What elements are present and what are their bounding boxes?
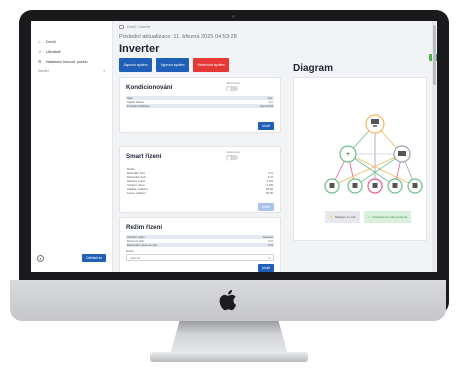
conditioning-rows: Stav Vyp. Napětí článku 0 V Poslední kalib… [126, 96, 274, 108]
smart-save-button[interactable]: Uložit [258, 203, 274, 211]
solar-node[interactable] [365, 114, 385, 134]
sidebar-footer: ● Odhlásit se [37, 254, 106, 262]
button-label: Nabíjení ze sítě [334, 215, 356, 219]
grid-charging-button[interactable]: ⚡ Nabíjení ze sítě [325, 211, 360, 223]
sidebar-item-home[interactable]: ⌂ Domů [31, 37, 112, 47]
load-node[interactable] [347, 178, 363, 194]
battery-node[interactable] [324, 178, 340, 194]
card-title: Režim řízení [126, 224, 163, 231]
conditioning-toggle-wrap: Aktivováno [226, 81, 240, 91]
bolt-icon: ⚡ [329, 215, 333, 219]
sidebar-item-label: Nastavení fotovolt. panelu [46, 60, 88, 64]
user-icon[interactable]: ● [37, 254, 44, 262]
reset-button[interactable]: Resetovat systém [193, 58, 229, 72]
conditioning-card: Kondicionování Aktivováno Stav Vyp. Napět… [119, 77, 281, 133]
button-label: Dodávka do sítě povolena [372, 215, 408, 219]
conditioning-toggle[interactable] [226, 86, 239, 91]
check-icon: ✓ [368, 215, 371, 219]
smart-control-card: Smart řízení Aktivováno Režim Minimální … [119, 146, 281, 213]
mode-save-button[interactable]: Uložit [258, 264, 274, 272]
chevron-down-icon: ▾ [103, 69, 105, 73]
mode-select-label: Režim [126, 249, 134, 253]
mode-select-value: Vyberte [130, 255, 141, 260]
table-row: Poslední kalibrace Neprobíhá [126, 104, 274, 108]
stage: ⌂ Domů ☺ Uživatelé ⚙ Nastavení fotovolt.… [0, 0, 456, 380]
home-icon: ⌂ [38, 39, 41, 44]
sidebar-subitem-label: Invertér [38, 69, 49, 73]
smart-toggle-wrap: Aktivováno [226, 150, 240, 160]
toggle-label: Aktivováno [226, 150, 240, 154]
mode-rows: Aktuální režim Self-use Rezervní SoC 0 % M… [126, 235, 274, 247]
diagram-card: + ⚡ Nabíjení ze sítě ✓ Dodávka do sítě p… [293, 77, 427, 241]
mode-control-card: Režim řízení Aktuální režim Self-use Reze… [119, 217, 281, 272]
card-title: Kondicionování [126, 84, 173, 91]
conditioning-save-button[interactable]: Uložit [258, 122, 274, 130]
table-row: Maximální výkon do sítě 0 W [126, 243, 274, 247]
grid-node[interactable] [393, 145, 411, 163]
chevron-down-icon: ▾ [268, 255, 270, 260]
sidebar: ⌂ Domů ☺ Uživatelé ⚙ Nastavení fotovolt.… [31, 21, 113, 272]
mode-select[interactable]: Vyberte ▾ [126, 254, 274, 261]
smart-toggle[interactable] [226, 155, 239, 160]
card-title: Smart řízení [126, 153, 162, 160]
sidebar-item-panel-settings[interactable]: ⚙ Nastavení fotovolt. panelu [31, 57, 112, 67]
page-scrollbar[interactable] [432, 21, 436, 272]
page-title: Inverter [119, 43, 160, 55]
house-node[interactable] [367, 178, 383, 194]
grid-export-button[interactable]: ✓ Dodávka do sítě povolena [364, 211, 412, 223]
home-icon[interactable] [119, 25, 124, 29]
camera-dot [232, 15, 235, 18]
monitor-stand-foot [150, 352, 308, 362]
monitor-stand-neck [170, 321, 288, 355]
scrollbar-thumb[interactable] [432, 25, 436, 85]
diagram-title: Diagram [293, 63, 334, 74]
sidebar-subitem-inverter[interactable]: Invertér ▾ [31, 67, 112, 75]
sidebar-item-label: Domů [46, 40, 56, 44]
svg-text:+: + [345, 151, 350, 158]
breadcrumb-text[interactable]: Domů / Invertér [127, 25, 150, 29]
sidebar-item-users[interactable]: ☺ Uživatelé [31, 47, 112, 57]
sidebar-item-label: Uživatelé [46, 50, 61, 54]
main-column: Domů / Invertér Poslední aktualizace: 11… [117, 21, 287, 272]
logout-button[interactable]: Odhlásit se [82, 254, 106, 262]
power-off-button[interactable]: Vypnout systém [156, 58, 189, 72]
monitor-bezel: ⌂ Domů ☺ Uživatelé ⚙ Nastavení fotovolt.… [19, 10, 449, 315]
action-buttons: Zapnout systém Vypnout systém Resetovat … [119, 58, 229, 72]
heat-pump-node[interactable] [407, 178, 423, 194]
toggle-label: Aktivováno [226, 81, 240, 85]
last-updated-text: Poslední aktualizace: 11. března 2025 04… [119, 34, 237, 40]
users-icon: ☺ [38, 49, 43, 54]
app-screen: ⌂ Domů ☺ Uživatelé ⚙ Nastavení fotovolt.… [31, 21, 437, 272]
table-row: Konec nabíjení 00:00 [127, 191, 273, 195]
power-on-button[interactable]: Zapnout systém [119, 58, 152, 72]
ev-node[interactable] [387, 178, 403, 194]
apple-logo-icon [219, 290, 237, 311]
gear-icon: ⚙ [38, 59, 42, 64]
inverter-node[interactable]: + [339, 145, 357, 163]
breadcrumb: Domů / Invertér [119, 25, 150, 29]
smart-rows: Režim Minimální SoC 0 % Maximální SoC 0 % … [126, 167, 274, 195]
